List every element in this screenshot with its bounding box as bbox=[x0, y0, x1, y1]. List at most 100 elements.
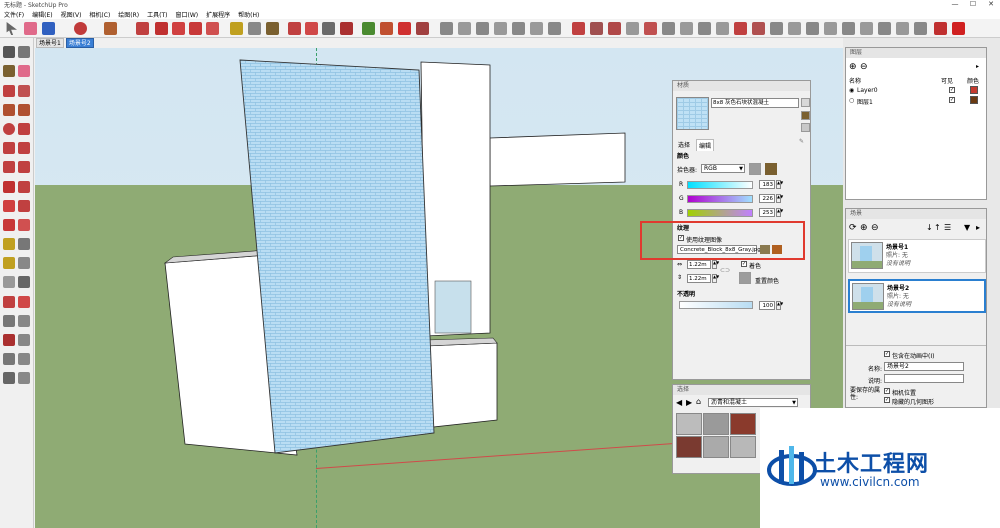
layer-visible-checkbox[interactable]: ✓ bbox=[949, 87, 955, 93]
look-around-icon[interactable] bbox=[18, 353, 30, 365]
zoom-extents-icon-left[interactable] bbox=[3, 334, 15, 346]
sample-paint-icon[interactable] bbox=[801, 111, 810, 120]
scene-details-icon[interactable]: ▸ bbox=[976, 223, 980, 232]
view-right-icon[interactable] bbox=[788, 22, 801, 35]
layer-radio-active-icon[interactable]: ◉ bbox=[849, 87, 854, 94]
solid-tool-7-icon[interactable] bbox=[548, 22, 561, 35]
scene-tab-1[interactable]: 场景号1 bbox=[36, 38, 64, 48]
scale-icon[interactable] bbox=[3, 219, 15, 231]
add-scene-icon[interactable]: ⊕ bbox=[860, 223, 868, 233]
view-options-icon[interactable]: ☰ bbox=[944, 223, 951, 232]
previous-view-icon[interactable] bbox=[18, 334, 30, 346]
arc-tool-icon[interactable] bbox=[74, 22, 87, 35]
push-pull-tool-icon[interactable] bbox=[136, 22, 149, 35]
scene-item-2[interactable]: 场景号2 照片: 无 没有说明 bbox=[848, 279, 986, 313]
sandbox-tool-9-icon[interactable] bbox=[716, 22, 729, 35]
rotate-icon[interactable] bbox=[3, 200, 15, 212]
style-hidden-icon[interactable] bbox=[896, 22, 909, 35]
pan-icon[interactable] bbox=[18, 296, 30, 308]
texture-width[interactable]: 1.22m bbox=[687, 260, 711, 269]
view-iso-icon[interactable] bbox=[734, 22, 747, 35]
select-tool-icon[interactable] bbox=[6, 22, 17, 35]
make-component-icon[interactable] bbox=[18, 46, 30, 58]
axes-icon[interactable] bbox=[3, 276, 15, 288]
texture-height[interactable]: 1.22m bbox=[687, 274, 711, 283]
rotated-rectangle-icon[interactable] bbox=[18, 104, 30, 116]
eyedropper-icon[interactable]: ✎ bbox=[799, 138, 804, 145]
menu-view[interactable]: 视图(V) bbox=[57, 10, 86, 19]
arc-icon[interactable] bbox=[3, 142, 15, 154]
solid-tool-4-icon[interactable] bbox=[494, 22, 507, 35]
eraser-tool-icon[interactable] bbox=[24, 22, 37, 35]
sandbox-tool-8-icon[interactable] bbox=[698, 22, 711, 35]
material-tile-2[interactable] bbox=[703, 413, 729, 435]
menu-window[interactable]: 窗口(W) bbox=[172, 10, 203, 19]
orbit-tool-icon[interactable] bbox=[288, 22, 301, 35]
3d-text-icon[interactable] bbox=[18, 276, 30, 288]
paint-bucket-icon[interactable] bbox=[266, 22, 279, 35]
opacity-value[interactable]: 100 bbox=[759, 301, 775, 310]
zoom-extents-icon[interactable] bbox=[340, 22, 353, 35]
layer-details-icon[interactable]: ▸ bbox=[976, 63, 979, 70]
polygon-icon[interactable] bbox=[18, 123, 30, 135]
sandbox-tool-3-icon[interactable] bbox=[608, 22, 621, 35]
rectangle-tool-icon[interactable] bbox=[104, 22, 117, 35]
style-textured-icon[interactable] bbox=[934, 22, 947, 35]
move-tool-icon[interactable] bbox=[155, 22, 168, 35]
layer-visible-checkbox[interactable]: ✓ bbox=[949, 97, 955, 103]
material-tile-5[interactable] bbox=[703, 436, 729, 458]
tape-icon[interactable] bbox=[3, 238, 15, 250]
camera-position-checkbox[interactable]: ✓ bbox=[884, 388, 890, 394]
menu-tools[interactable]: 工具(T) bbox=[143, 10, 171, 19]
layer-color-swatch[interactable] bbox=[970, 96, 978, 104]
solid-tool-5-icon[interactable] bbox=[512, 22, 525, 35]
solid-tool-3-icon[interactable] bbox=[476, 22, 489, 35]
eraser-icon[interactable] bbox=[18, 65, 30, 77]
category-select[interactable]: 沥青和混凝土 ▼ bbox=[708, 398, 798, 407]
zoom-window-icon[interactable] bbox=[18, 315, 30, 327]
freehand-icon[interactable] bbox=[18, 85, 30, 97]
material-tile-4[interactable] bbox=[676, 436, 702, 458]
lock-aspect-icon[interactable]: ⊂⊃ bbox=[720, 267, 730, 274]
scene-desc-field[interactable] bbox=[884, 374, 964, 383]
offset-icon[interactable] bbox=[18, 219, 30, 231]
picker-select[interactable]: RGB ▼ bbox=[701, 164, 745, 173]
ruby-console-icon[interactable] bbox=[952, 22, 965, 35]
create-material-icon[interactable] bbox=[801, 123, 810, 132]
remove-layer-icon[interactable]: ⊖ bbox=[860, 62, 868, 72]
select-icon[interactable] bbox=[3, 46, 15, 58]
zoom-icon[interactable] bbox=[3, 315, 15, 327]
material-tile-1[interactable] bbox=[676, 413, 702, 435]
components-icon[interactable] bbox=[380, 22, 393, 35]
push-pull-icon[interactable] bbox=[18, 181, 30, 193]
sandbox-tool-5-icon[interactable] bbox=[644, 22, 657, 35]
view-front-icon[interactable] bbox=[770, 22, 783, 35]
layer-color-swatch[interactable] bbox=[970, 86, 978, 94]
follow-me-icon[interactable] bbox=[18, 200, 30, 212]
show-hide-icon[interactable] bbox=[801, 98, 810, 107]
b-spinner[interactable]: ▲▼ bbox=[776, 208, 783, 217]
hidden-geometry-checkbox[interactable]: ✓ bbox=[884, 397, 890, 403]
tab-select[interactable]: 选择 bbox=[676, 139, 692, 151]
r-value[interactable]: 183 bbox=[759, 180, 775, 189]
scene-name-field[interactable]: 场景号2 bbox=[884, 362, 964, 371]
style-shaded-icon[interactable] bbox=[914, 22, 927, 35]
paint-icon[interactable] bbox=[3, 65, 15, 77]
dimension-icon[interactable] bbox=[18, 238, 30, 250]
menu-draw[interactable]: 绘图(R) bbox=[114, 10, 143, 19]
walk-icon[interactable] bbox=[3, 372, 15, 384]
back-arrow-icon[interactable]: ◀ bbox=[676, 398, 682, 407]
material-name-field[interactable]: 8x8 灰色石块状混凝土 bbox=[711, 98, 799, 108]
colorize-checkbox[interactable]: ✓ bbox=[741, 261, 747, 267]
text-icon[interactable] bbox=[18, 257, 30, 269]
sandbox-tool-4-icon[interactable] bbox=[626, 22, 639, 35]
style-xray-icon[interactable] bbox=[842, 22, 855, 35]
g-spinner[interactable]: ▲▼ bbox=[776, 194, 783, 203]
solid-tool-1-icon[interactable] bbox=[440, 22, 453, 35]
view-left-icon[interactable] bbox=[824, 22, 837, 35]
menu-extensions[interactable]: 扩展程序 bbox=[202, 10, 234, 19]
material-tile-6[interactable] bbox=[730, 436, 756, 458]
move-scene-up-icon[interactable]: ↑ bbox=[934, 223, 941, 232]
text-tool-icon[interactable] bbox=[248, 22, 261, 35]
move-icon[interactable] bbox=[3, 181, 15, 193]
